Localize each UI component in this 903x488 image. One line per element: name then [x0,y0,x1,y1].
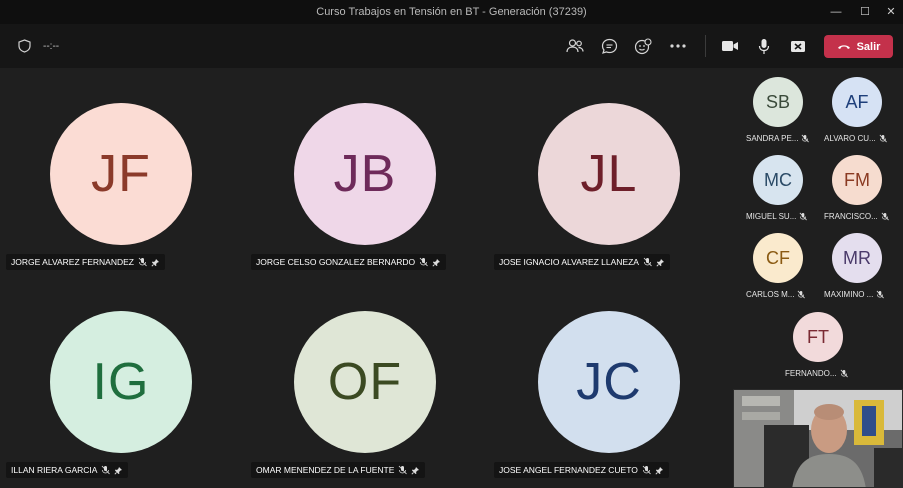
participant-name: ALVARO CU... [824,133,876,143]
side-participant-label: ALVARO CU... [824,132,887,144]
side-participant-label: MIGUEL SU... [746,210,808,222]
participants-button[interactable] [565,36,585,56]
reactions-button[interactable] [633,36,653,56]
side-participant-label: FERNANDO... [785,367,848,379]
maximize-button[interactable]: ☐ [852,3,878,21]
leave-button[interactable]: Salir [824,35,893,58]
pin-icon [656,258,664,267]
participant-name: JOSE ANGEL FERNANDEZ CUETO [499,465,638,475]
mic-muted-icon [799,212,808,220]
share-stop-icon [791,40,805,52]
avatar-initials: JL [580,145,638,203]
chat-button[interactable] [599,36,619,56]
participant-name-tag: JORGE CELSO GONZALEZ BERNARDO [251,254,447,270]
mic-muted-icon [881,212,889,220]
participant-name: MAXIMINO ... [824,289,874,299]
mic-muted-icon [798,290,806,298]
chat-icon [601,38,617,54]
side-participant-avatar[interactable]: CF [753,233,803,283]
more-icon [670,44,686,48]
mic-muted-icon [643,257,652,267]
pin-icon [411,466,420,475]
mic-muted-icon [138,257,147,267]
avatar-initials: MC [764,169,792,190]
mic-muted-icon [399,465,408,475]
participant-avatar[interactable]: IG [50,311,192,453]
participant-name: JORGE ALVAREZ FERNANDEZ [11,257,134,267]
mic-muted-icon [840,369,848,377]
participant-name-tag: JORGE ALVAREZ FERNANDEZ [6,254,165,270]
hang-up-icon [837,45,850,49]
participant-avatar[interactable]: JL [538,103,680,245]
participant-avatar[interactable]: OF [294,311,436,453]
mic-muted-icon [802,134,810,142]
toolbar-divider [705,35,706,57]
mic-muted-icon [102,465,111,475]
participant-name: JORGE CELSO GONZALEZ BERNARDO [256,257,416,267]
participant-name: MIGUEL SU... [746,211,797,221]
pin-icon [114,466,123,475]
self-video-image [734,390,902,487]
side-participant-avatar[interactable]: FM [832,155,882,205]
side-participant-avatar[interactable]: MR [832,233,882,283]
avatar-initials: AF [845,91,869,112]
emoji-icon [634,37,652,54]
people-icon [566,39,584,53]
share-screen-button[interactable] [788,36,808,56]
side-participant-label: SANDRA PE... [746,132,810,144]
participant-name: FERNANDO... [785,368,837,378]
meeting-timer: --:-- [43,41,60,52]
meeting-toolbar: --:-- Salir [0,24,903,68]
participant-name-tag: ILLAN RIERA GARCIA [6,462,129,478]
participant-avatar[interactable]: JB [294,103,436,245]
avatar-initials: IG [92,353,150,411]
title-bar: Curso Trabajos en Tensión en BT - Genera… [0,0,903,24]
mic-muted-icon [642,465,651,475]
participant-name-tag: OMAR MENENDEZ DE LA FUENTE [251,462,426,478]
mic-muted-icon [419,257,429,267]
participant-avatar[interactable]: JF [50,103,192,245]
participant-name: JOSE IGNACIO ALVAREZ LLANEZA [499,257,639,267]
microphone-button[interactable] [754,36,774,56]
mic-muted-icon [876,290,885,298]
side-participant-avatar[interactable]: SB [753,77,803,127]
side-participant-label: MAXIMINO ... [824,288,885,300]
participant-name: OMAR MENENDEZ DE LA FUENTE [256,465,395,475]
pin-icon [151,258,159,267]
microphone-icon [758,38,770,54]
participant-name: CARLOS M... [746,289,795,299]
participant-name: FRANCISCO... [824,211,878,221]
minimize-button[interactable]: — [823,3,849,21]
self-video-preview[interactable] [733,389,903,488]
video-camera-icon [722,41,738,51]
shield-icon[interactable] [14,36,34,56]
avatar-initials: FM [844,169,870,190]
participant-name: SANDRA PE... [746,133,799,143]
close-window-button[interactable]: ✕ [878,3,903,21]
side-participant-label: FRANCISCO... [824,210,889,222]
camera-button[interactable] [720,36,740,56]
avatar-initials: OF [327,353,403,411]
leave-label: Salir [856,40,881,53]
participant-avatar[interactable]: JC [538,311,680,453]
avatar-initials: SB [765,91,790,112]
avatar-initials: JF [91,145,151,203]
participant-name-tag: JOSE ANGEL FERNANDEZ CUETO [494,462,669,478]
pin-icon [432,258,441,267]
avatar-initials: JB [333,145,397,203]
participant-name: ILLAN RIERA GARCIA [11,465,98,475]
side-participant-avatar[interactable]: AF [832,77,882,127]
mic-muted-icon [879,134,887,142]
window-title: Curso Trabajos en Tensión en BT - Genera… [316,6,587,18]
side-participant-label: CARLOS M... [746,288,806,300]
pin-icon [655,466,663,475]
avatar-initials: JC [576,353,642,411]
avatar-initials: MR [843,247,871,268]
more-options-button[interactable] [668,36,688,56]
participant-name-tag: JOSE IGNACIO ALVAREZ LLANEZA [494,254,670,270]
avatar-initials: FT [807,326,829,347]
side-participant-avatar[interactable]: FT [793,312,843,362]
avatar-initials: CF [766,247,790,268]
side-participant-avatar[interactable]: MC [753,155,803,205]
